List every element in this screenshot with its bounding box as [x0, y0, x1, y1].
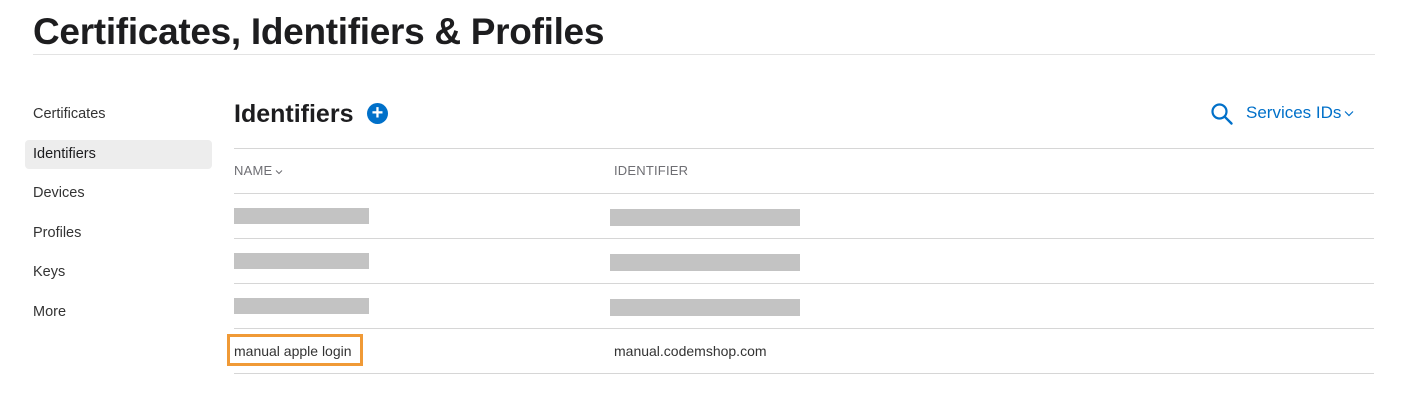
- table-row[interactable]: [234, 284, 1374, 329]
- redacted-identifier: [610, 299, 800, 316]
- table-row[interactable]: [234, 194, 1374, 239]
- sidebar-item-keys[interactable]: Keys: [25, 258, 212, 287]
- row-name-link[interactable]: manual apple login: [234, 329, 352, 373]
- plus-circle-icon: +: [371, 102, 384, 124]
- sidebar-item-identifiers[interactable]: Identifiers: [25, 139, 212, 169]
- sidebar-nav: Certificates Identifiers Devices Profile…: [25, 100, 212, 337]
- redacted-name: [234, 298, 369, 314]
- identifiers-table: NAME IDENTIFIER manual apple login manua…: [227, 149, 1374, 374]
- redacted-identifier: [610, 209, 800, 226]
- table-row[interactable]: [234, 239, 1374, 284]
- row-name-text: manual apple login: [234, 343, 352, 359]
- sidebar-item-devices[interactable]: Devices: [25, 179, 212, 208]
- search-icon: [1211, 103, 1233, 125]
- section-header: Identifiers + Services IDs: [234, 95, 1374, 149]
- section-title: Identifiers: [234, 100, 354, 128]
- table-header: NAME IDENTIFIER: [234, 149, 1374, 194]
- redacted-name: [234, 253, 369, 269]
- column-header-label: NAME: [234, 163, 273, 178]
- add-identifier-button[interactable]: +: [367, 103, 388, 124]
- sort-chevron-icon: [276, 169, 283, 174]
- main-content: Identifiers + Services IDs NAME IDENTIFI…: [227, 95, 1374, 374]
- search-button[interactable]: [1210, 102, 1234, 126]
- column-header-identifier: IDENTIFIER: [614, 163, 689, 178]
- sidebar-item-more[interactable]: More: [25, 298, 212, 327]
- title-divider: [33, 54, 1375, 55]
- chevron-down-icon: [1344, 111, 1354, 117]
- page-title: Certificates, Identifiers & Profiles: [33, 11, 605, 52]
- column-header-name[interactable]: NAME: [234, 149, 283, 193]
- identifier-type-filter[interactable]: Services IDs: [1246, 101, 1354, 125]
- redacted-identifier: [610, 254, 800, 271]
- row-identifier: manual.codemshop.com: [614, 343, 767, 359]
- filter-selected-label: Services IDs: [1246, 103, 1342, 122]
- redacted-name: [234, 208, 369, 224]
- table-row[interactable]: manual apple login manual.codemshop.com: [227, 329, 1374, 374]
- sidebar-item-profiles[interactable]: Profiles: [25, 219, 212, 248]
- sidebar-item-certificates[interactable]: Certificates: [25, 100, 212, 129]
